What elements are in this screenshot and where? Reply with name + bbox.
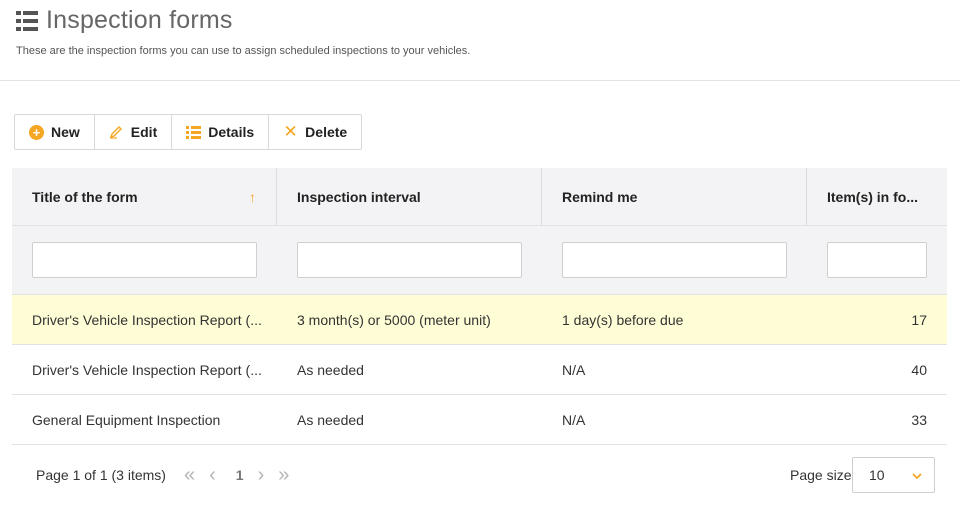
pager-nav: « ‹ 1 › » <box>184 463 303 487</box>
column-header-remind[interactable]: Remind me <box>542 168 807 225</box>
details-list-icon <box>186 125 202 139</box>
new-button-label: New <box>51 124 80 140</box>
table-row[interactable]: General Equipment Inspection As needed N… <box>12 395 947 445</box>
inspection-forms-grid: Title of the form ↑ Inspection interval … <box>12 168 947 445</box>
column-header-label: Inspection interval <box>297 188 421 205</box>
page-subtitle: These are the inspection forms you can u… <box>16 45 471 57</box>
cell-interval: As needed <box>297 361 364 378</box>
close-icon: ✕ <box>283 122 298 141</box>
column-header-label: Item(s) in fo... <box>827 188 918 205</box>
current-page-number[interactable]: 1 <box>236 467 244 483</box>
pager-info: Page 1 of 1 (3 items) <box>36 467 166 483</box>
cell-title: Driver's Vehicle Inspection Report (... <box>32 311 262 328</box>
cell-remind: N/A <box>562 411 586 428</box>
cell-items: 33 <box>911 411 927 428</box>
last-page-icon[interactable]: » <box>278 464 289 487</box>
details-button-label: Details <box>208 124 255 140</box>
table-row[interactable]: Driver's Vehicle Inspection Report (... … <box>12 345 947 395</box>
title-filter-input[interactable] <box>32 242 257 278</box>
new-button[interactable]: + New <box>15 115 95 149</box>
table-row[interactable]: Driver's Vehicle Inspection Report (... … <box>12 295 947 345</box>
interval-filter-input[interactable] <box>297 242 522 278</box>
title-row: Inspection forms <box>16 6 233 35</box>
page-title: Inspection forms <box>46 6 233 34</box>
cell-interval: 3 month(s) or 5000 (meter unit) <box>297 311 491 328</box>
page-size-select[interactable]: 10 <box>852 457 935 493</box>
filter-cell <box>277 226 542 294</box>
edit-button[interactable]: Edit <box>95 115 173 149</box>
cell-remind: 1 day(s) before due <box>562 311 684 328</box>
page-size-value: 10 <box>869 467 885 483</box>
filter-cell <box>542 226 807 294</box>
edit-button-label: Edit <box>130 124 158 140</box>
previous-page-icon[interactable]: ‹ <box>209 464 216 487</box>
filter-cell <box>807 226 947 294</box>
cell-title: General Equipment Inspection <box>32 411 221 428</box>
toolbar: + New Edit Details ✕ Delete <box>14 114 363 150</box>
cell-interval: As needed <box>297 411 364 428</box>
column-header-items[interactable]: Item(s) in fo... <box>807 168 947 225</box>
delete-button[interactable]: ✕ Delete <box>269 115 361 149</box>
sort-ascending-icon: ↑ <box>249 189 256 205</box>
plus-circle-icon: + <box>29 124 44 140</box>
column-header-label: Title of the form <box>32 188 138 205</box>
first-page-icon[interactable]: « <box>184 464 195 487</box>
pencil-icon <box>109 125 124 140</box>
items-filter-input[interactable] <box>827 242 927 278</box>
page-header: Inspection forms These are the inspectio… <box>0 0 960 81</box>
column-header-label: Remind me <box>562 188 638 205</box>
next-page-icon[interactable]: › <box>258 464 265 487</box>
cell-items: 40 <box>911 361 927 378</box>
list-icon <box>16 10 38 31</box>
remind-filter-input[interactable] <box>562 242 787 278</box>
header-row: Title of the form ↑ Inspection interval … <box>12 168 947 226</box>
cell-items: 17 <box>911 311 927 328</box>
column-header-interval[interactable]: Inspection interval <box>277 168 542 225</box>
page-size-label: Page size: <box>790 467 856 483</box>
chevron-down-icon <box>912 468 922 480</box>
cell-remind: N/A <box>562 361 586 378</box>
filter-cell <box>12 226 277 294</box>
pager: Page 1 of 1 (3 items) « ‹ 1 › » Page siz… <box>12 445 947 505</box>
cell-title: Driver's Vehicle Inspection Report (... <box>32 361 262 378</box>
column-header-title[interactable]: Title of the form ↑ <box>12 168 277 225</box>
details-button[interactable]: Details <box>172 115 270 149</box>
delete-button-label: Delete <box>305 124 348 140</box>
filter-row <box>12 226 947 295</box>
